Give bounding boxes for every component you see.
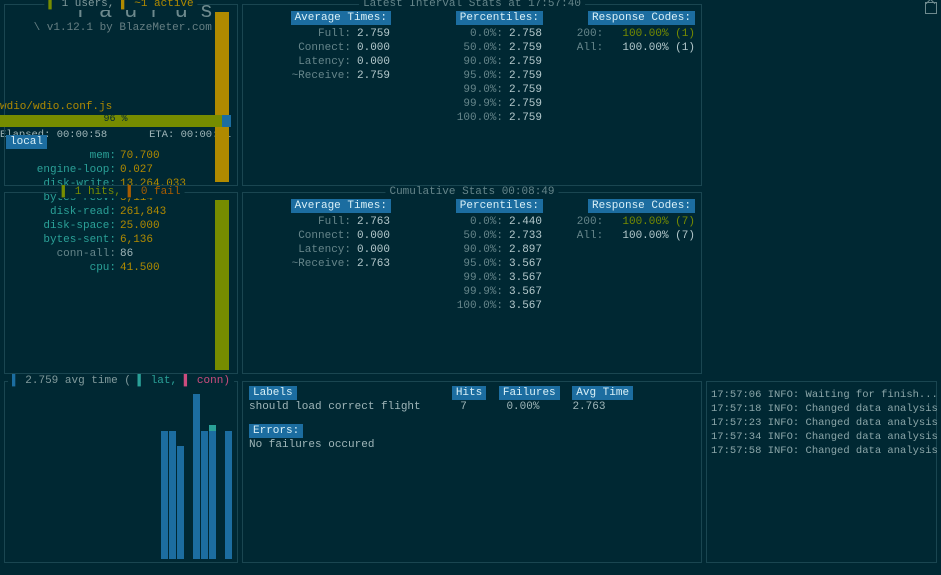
progress-pct: 96 % — [0, 114, 231, 125]
log-line: 17:57:34 INFO: Changed data analysis del… — [711, 430, 932, 444]
avgtime-bar — [209, 431, 216, 559]
cumulative-title: Cumulative Stats 00:08:49 — [385, 186, 558, 198]
col-hits: Hits — [452, 386, 486, 400]
avgtime-bar — [201, 431, 208, 559]
panel-users: ▌ 1 users, ▌ ~1 active — [4, 4, 238, 186]
avgtime-bar — [169, 431, 176, 559]
col-failures: Failures — [499, 386, 560, 400]
avgtime-value: 2.759 avg time ( — [25, 375, 131, 387]
panel-cumulative: Cumulative Stats 00:08:49 Average Times:… — [242, 192, 702, 374]
panel-avgtime: ▌ 2.759 avg time ( ▌ lat, ▌ conn) — [4, 381, 238, 563]
panel-interval: Latest Interval Stats at 17:57:40 Averag… — [242, 4, 702, 186]
log-line: 17:57:06 INFO: Waiting for finish... — [711, 388, 932, 402]
avgtime-bar — [193, 394, 200, 559]
log-line: 17:57:58 INFO: Changed data analysis del… — [711, 444, 932, 458]
conn-label: conn) — [197, 375, 230, 387]
labels-header: Labels Hits Failures Avg Time — [249, 386, 695, 400]
panel-hits: ▌ 1 hits, ▌ 0 fail — [4, 192, 238, 374]
hits-count: 1 hits, — [75, 186, 121, 198]
col-avgtime: Avg Time — [572, 386, 633, 400]
errors-text: No failures occured — [249, 438, 695, 452]
table-row: should load correct flight 7 0.00% 2.763 — [249, 400, 695, 414]
log-line: 17:57:18 INFO: Changed data analysis del… — [711, 402, 932, 416]
users-bar — [215, 12, 229, 182]
active-count: ~1 active — [134, 0, 193, 10]
hits-bar — [215, 200, 229, 370]
interval-title: Latest Interval Stats at 17:57:40 — [359, 0, 585, 10]
external-link-icon[interactable] — [925, 2, 937, 14]
users-count: 1 users, — [62, 0, 115, 10]
panel-hits-title: ▌ 1 hits, ▌ 0 fail — [58, 186, 185, 198]
col-labels: Labels — [249, 386, 297, 400]
lat-label: lat, — [151, 375, 177, 387]
panel-avgtime-title: ▌ 2.759 avg time ( ▌ lat, ▌ conn) — [8, 375, 234, 387]
fail-count: 0 fail — [141, 186, 181, 198]
panel-labels: Labels Hits Failures Avg Time should loa… — [242, 381, 702, 563]
log-line: 17:57:23 INFO: Changed data analysis del… — [711, 416, 932, 430]
progress-bar: 96 % — [0, 115, 231, 127]
avgtime-bar — [177, 446, 184, 559]
avgtime-bar — [161, 431, 168, 559]
panel-log: 17:57:06 INFO: Waiting for finish...17:5… — [706, 381, 937, 563]
errors-header: Errors: — [249, 424, 303, 438]
panel-users-title: ▌ 1 users, ▌ ~1 active — [44, 0, 197, 10]
avgtime-bar — [225, 431, 232, 559]
